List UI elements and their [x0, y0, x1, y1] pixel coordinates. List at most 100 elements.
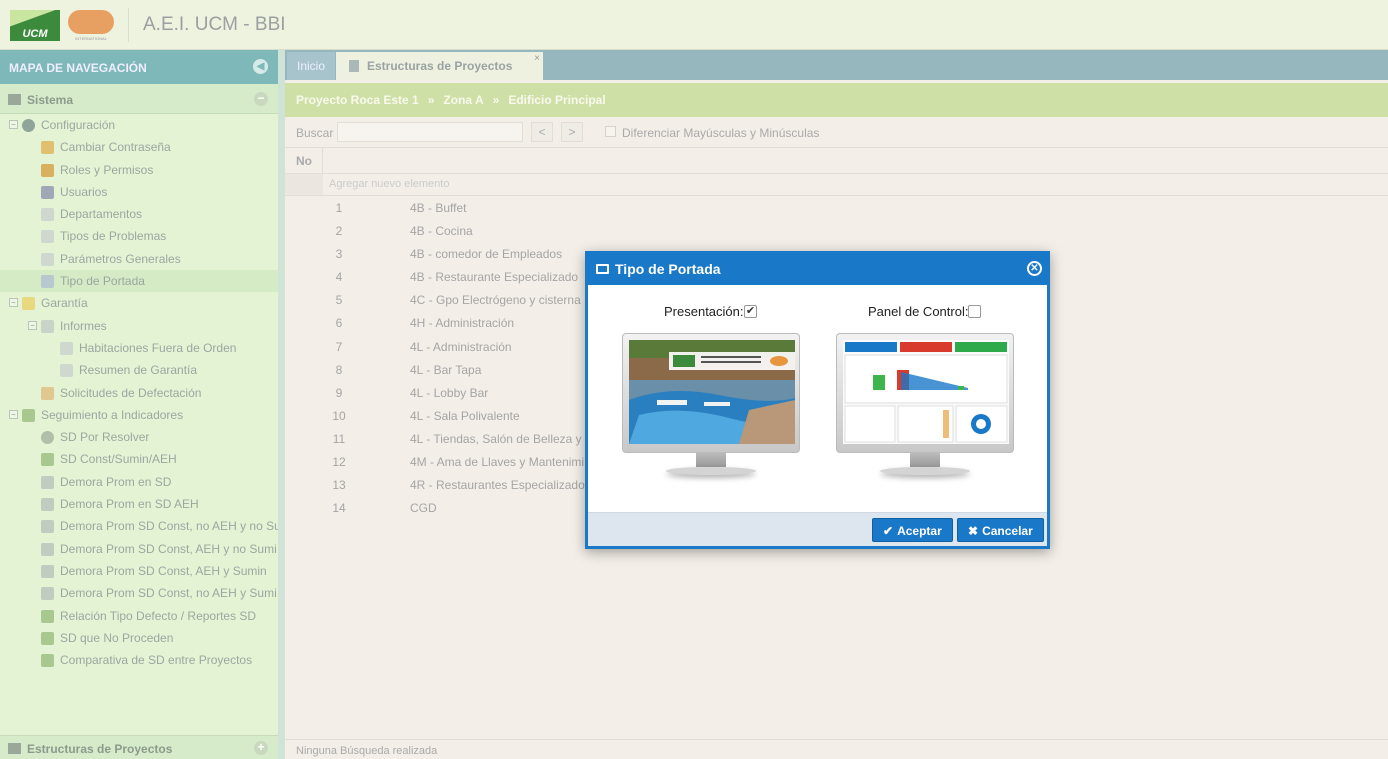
add-new-row[interactable]: Agregar nuevo elemento: [285, 174, 1388, 196]
ucm-logo: UCM: [10, 10, 60, 41]
sidebar-item[interactable]: − Garantía: [0, 292, 278, 314]
case-sensitive-checkbox[interactable]: [605, 126, 616, 137]
row-name: 4M - Ama de Llaves y Mantenimi: [410, 455, 585, 470]
sidebar-item[interactable]: Demora Prom SD Const, AEH y Sumin: [0, 560, 278, 582]
dialog-title: Tipo de Portada: [615, 261, 721, 277]
cancel-button-label: Cancelar: [982, 524, 1033, 538]
sidebar-item-label: Demora Prom SD Const, AEH y Sumin: [60, 563, 267, 578]
sidebar-item[interactable]: Demora Prom en SD: [0, 471, 278, 493]
option-panel-checkbox[interactable]: [968, 305, 981, 318]
sidebar-item-label: Parámetros Generales: [60, 251, 181, 266]
option-presentacion-checkbox[interactable]: ✔: [744, 305, 757, 318]
sidebar-item-label: Usuarios: [60, 184, 108, 199]
sidebar-item[interactable]: Resumen de Garantía: [0, 359, 278, 381]
tab-inicio[interactable]: Inicio: [287, 52, 336, 80]
sidebar-item[interactable]: Relación Tipo Defecto / Reportes SD: [0, 605, 278, 627]
sidebar-item[interactable]: Demora Prom SD Const, no AEH y Sumi: [0, 582, 278, 604]
sidebar-item[interactable]: Habitaciones Fuera de Orden: [0, 337, 278, 359]
sidebar-item[interactable]: Comparativa de SD entre Proyectos: [0, 649, 278, 671]
checkmark-icon: ✔: [883, 524, 894, 538]
bar-chart-icon: [22, 408, 35, 422]
presentation-preview[interactable]: [622, 333, 800, 483]
sidebar-item[interactable]: SD que No Proceden: [0, 627, 278, 649]
sidebar-item[interactable]: Departamentos: [0, 203, 278, 225]
case-sensitive-label: Diferenciar Mayúsculas y Minúsculas: [622, 126, 820, 140]
expand-section-icon[interactable]: +: [254, 741, 268, 755]
line-chart-icon: [41, 564, 54, 578]
option-presentacion-label: Presentación:: [664, 304, 744, 319]
sidebar-item[interactable]: − Configuración: [0, 114, 278, 136]
lock-icon: [41, 141, 54, 155]
close-tab-icon[interactable]: ×: [534, 53, 540, 64]
cancel-button[interactable]: ✖ Cancelar: [957, 518, 1044, 542]
sidebar-item[interactable]: Demora Prom SD Const, AEH y no Sumi: [0, 538, 278, 560]
dashboard-preview[interactable]: [836, 333, 1014, 483]
sidebar-splitter[interactable]: [278, 50, 285, 759]
accept-button-label: Aceptar: [897, 524, 942, 538]
table-row[interactable]: 2 4B - Cocina: [285, 219, 1388, 242]
page-icon: [60, 341, 73, 355]
add-new-row-label: Agregar nuevo elemento: [329, 178, 450, 190]
collapse-section-icon[interactable]: −: [254, 92, 268, 106]
breadcrumb-zone[interactable]: Zona A: [443, 93, 483, 107]
tree-expander-icon[interactable]: −: [9, 120, 18, 129]
page-icon: [41, 230, 54, 244]
row-number: 10: [332, 408, 346, 423]
collapse-sidebar-icon[interactable]: ◀: [253, 59, 268, 74]
option-panel-label: Panel de Control:: [868, 304, 969, 319]
sidebar-item[interactable]: Roles y Permisos: [0, 159, 278, 181]
grid-header: No: [285, 148, 1388, 174]
section-sistema[interactable]: Sistema −: [0, 84, 278, 114]
monitor-icon: [41, 275, 54, 289]
search-next-button[interactable]: >: [561, 122, 583, 142]
monitor-icon: [596, 264, 609, 274]
row-name: 4L - Bar Tapa: [410, 362, 482, 377]
table-row[interactable]: 1 4B - Buffet: [285, 196, 1388, 219]
sidebar-item-label: Comparativa de SD entre Proyectos: [60, 653, 253, 668]
sidebar-item[interactable]: SD Const/Sumin/AEH: [0, 448, 278, 470]
row-name: 4C - Gpo Electrógeno y cisterna: [410, 293, 581, 308]
sidebar-item[interactable]: Tipos de Problemas: [0, 225, 278, 247]
sidebar-item[interactable]: Usuarios: [0, 181, 278, 203]
sidebar-item[interactable]: Demora Prom SD Const, no AEH y no Su: [0, 515, 278, 537]
page-icon: [41, 252, 54, 266]
sidebar-item-label: Demora Prom SD Const, AEH y no Sumi: [60, 541, 277, 556]
sidebar-item[interactable]: Solicitudes de Defectación: [0, 382, 278, 404]
sidebar-item[interactable]: Tipo de Portada: [0, 270, 278, 293]
ucm-logo-text: UCM: [22, 28, 48, 40]
sidebar-item[interactable]: − Informes: [0, 315, 278, 337]
sidebar-item-label: Demora Prom en SD AEH: [60, 497, 199, 512]
bar-chart-icon: [41, 654, 54, 668]
sidebar-item[interactable]: − Seguimiento a Indicadores: [0, 404, 278, 426]
section-sistema-label: Sistema: [27, 93, 74, 107]
sidebar-item[interactable]: SD Por Resolver: [0, 426, 278, 448]
tree-expander-icon[interactable]: −: [9, 409, 18, 419]
search-prev-button[interactable]: <: [531, 122, 553, 142]
line-chart-icon: [41, 542, 54, 556]
search-input[interactable]: [337, 122, 523, 142]
row-number: 3: [335, 247, 343, 262]
row-name: 4L - Tiendas, Salón de Belleza y: [410, 431, 582, 446]
breadcrumb-separator: »: [492, 93, 500, 107]
sidebar-item-label: SD Por Resolver: [60, 430, 150, 445]
tab-estructuras-label: Estructuras de Proyectos: [367, 59, 513, 73]
line-chart-icon: [41, 498, 54, 512]
sidebar-item[interactable]: Cambiar Contraseña: [0, 136, 278, 158]
sidebar-item[interactable]: Demora Prom en SD AEH: [0, 493, 278, 515]
tree-expander-icon[interactable]: −: [9, 298, 18, 308]
tab-estructuras[interactable]: Estructuras de Proyectos ×: [336, 52, 543, 80]
sidebar-item[interactable]: Parámetros Generales: [0, 248, 278, 270]
tree-expander-icon[interactable]: −: [28, 320, 37, 330]
close-dialog-icon[interactable]: ✕: [1027, 261, 1042, 276]
accept-button[interactable]: ✔ Aceptar: [872, 518, 953, 542]
column-header-no[interactable]: No: [285, 148, 323, 174]
row-name: 4B - Restaurante Especializado: [410, 270, 579, 285]
row-number: 14: [332, 501, 346, 516]
row-number: 7: [335, 339, 343, 354]
bar-chart-icon: [41, 609, 54, 623]
section-estructuras[interactable]: Estructuras de Proyectos +: [0, 735, 278, 759]
row-number: 13: [332, 478, 346, 493]
breadcrumb-project[interactable]: Proyecto Roca Este 1: [296, 93, 419, 107]
breadcrumb-building[interactable]: Edificio Principal: [508, 93, 605, 107]
dashboard-preview-image: [843, 340, 1009, 444]
